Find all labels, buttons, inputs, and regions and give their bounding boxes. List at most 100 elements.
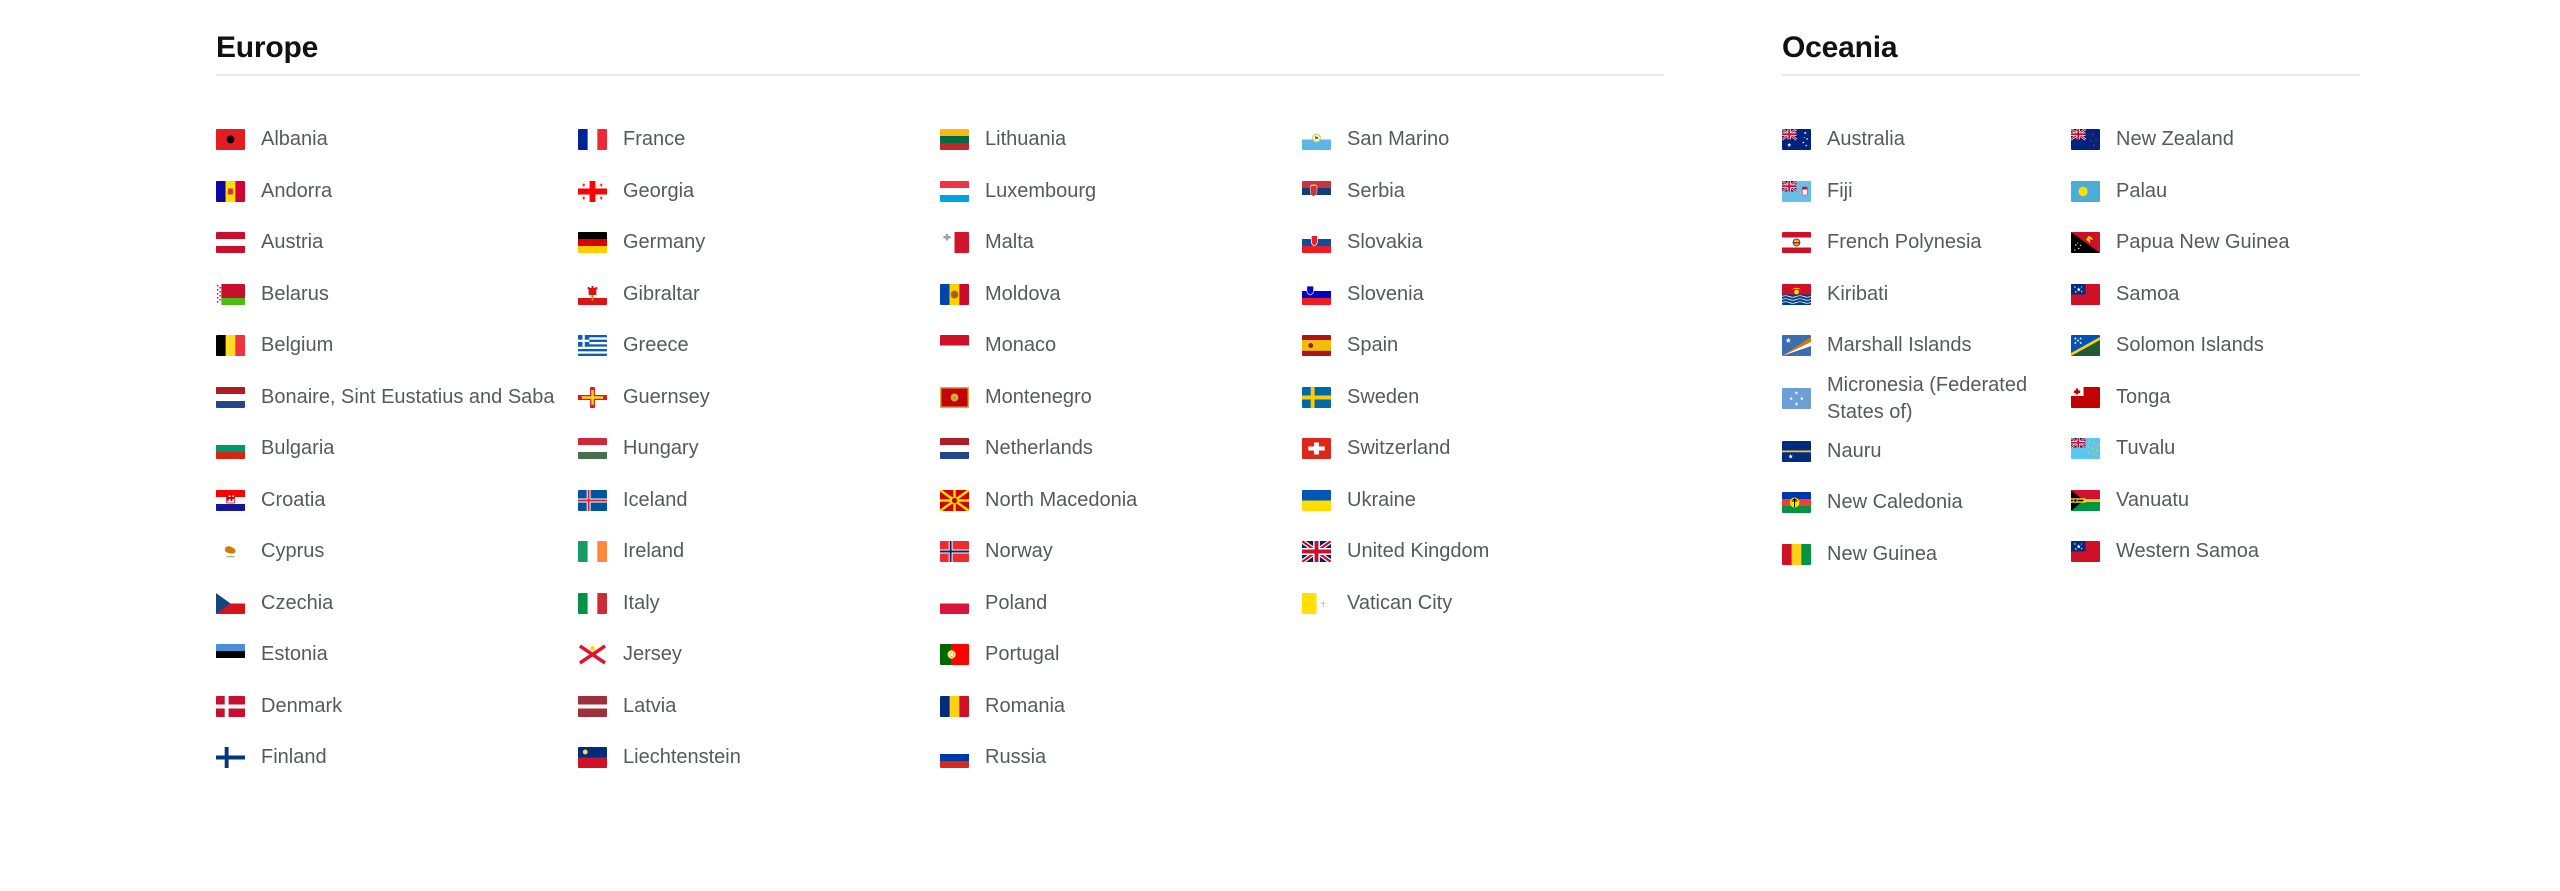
country-list-item[interactable]: Nauru xyxy=(1782,426,2071,478)
country-list-item[interactable]: New Guinea xyxy=(1782,529,2071,581)
country-list-item[interactable]: Kiribati xyxy=(1782,269,2071,321)
flag-icon-no xyxy=(940,541,969,563)
country-list-item[interactable]: ▼ Albania xyxy=(216,114,578,166)
country-name: Jersey xyxy=(623,643,682,666)
country-list-item[interactable]: Australia xyxy=(1782,114,2071,166)
country-list-item[interactable]: Austria xyxy=(216,217,578,269)
country-list-item[interactable]: ♕ Moldova xyxy=(940,269,1302,321)
country-list-item[interactable]: Czechia xyxy=(216,578,578,630)
country-list-item[interactable]: Solomon Islands xyxy=(2071,320,2360,372)
country-directory-page: Europe ▼ Albania Andorra Austria Belarus Belgi… xyxy=(0,0,2560,891)
country-list-item[interactable]: Palau xyxy=(2071,166,2360,218)
country-list-item[interactable]: Hungary xyxy=(578,423,940,475)
country-name: Romania xyxy=(985,694,1066,717)
country-name: North Macedonia xyxy=(985,488,1138,511)
country-list-item[interactable]: Jersey xyxy=(578,629,940,681)
country-list-item[interactable]: Ukraine xyxy=(1302,475,1664,527)
flag-icon-pw xyxy=(2071,180,2100,202)
flag-icon-gr xyxy=(578,335,607,357)
country-list-item[interactable]: Estonia xyxy=(216,629,578,681)
svg-text:♕: ♕ xyxy=(952,292,958,299)
flag-icon-hr xyxy=(216,489,245,511)
country-list-item[interactable]: ⚑ San Marino xyxy=(1302,114,1664,166)
country-list-item[interactable]: Portugal xyxy=(940,629,1302,681)
flag-icon-ie xyxy=(578,541,607,563)
flag-icon-cy xyxy=(216,541,245,563)
country-list-item[interactable]: Sweden xyxy=(1302,372,1664,424)
country-list-item[interactable]: New Zealand xyxy=(2071,114,2360,166)
country-list-item[interactable]: Slovenia xyxy=(1302,269,1664,321)
country-list-item[interactable]: Western Samoa xyxy=(2071,526,2360,578)
country-list-item[interactable]: Slovakia xyxy=(1302,217,1664,269)
country-list-item[interactable]: United Kingdom xyxy=(1302,526,1664,578)
country-list-item[interactable]: Malta xyxy=(940,217,1302,269)
country-list-item[interactable]: Marshall Islands xyxy=(1782,320,2071,372)
country-list-item[interactable]: Germany xyxy=(578,217,940,269)
country-list-item[interactable]: Iceland xyxy=(578,475,940,527)
country-list-item[interactable]: Romania xyxy=(940,681,1302,733)
country-list-item[interactable]: Luxembourg xyxy=(940,166,1302,218)
country-list-item[interactable]: Denmark xyxy=(216,681,578,733)
country-list-item[interactable]: North Macedonia xyxy=(940,475,1302,527)
flag-icon-ad xyxy=(216,180,245,202)
flag-icon-nc xyxy=(1782,492,1811,514)
country-list-item[interactable]: Gibraltar xyxy=(578,269,940,321)
country-list-item[interactable]: Switzerland xyxy=(1302,423,1664,475)
country-list-item[interactable]: Latvia xyxy=(578,681,940,733)
country-list-item[interactable]: Belgium xyxy=(216,320,578,372)
flag-icon-nz xyxy=(2071,129,2100,151)
country-list-item[interactable]: Ireland xyxy=(578,526,940,578)
country-list-item[interactable]: Poland xyxy=(940,578,1302,630)
flag-icon-ro xyxy=(940,695,969,717)
flag-icon-md: ♕ xyxy=(940,283,969,305)
country-list-item[interactable]: French Polynesia xyxy=(1782,217,2071,269)
country-name: Lithuania xyxy=(985,128,1067,151)
flag-icon-pt xyxy=(940,644,969,666)
country-list-item[interactable]: ♁ Montenegro xyxy=(940,372,1302,424)
country-list-item[interactable]: Fiji xyxy=(1782,166,2071,218)
country-name: Vatican City xyxy=(1347,591,1453,614)
country-list-item[interactable]: Georgia xyxy=(578,166,940,218)
country-name: New Zealand xyxy=(2116,128,2234,151)
country-name: Denmark xyxy=(261,694,343,717)
country-list-item[interactable]: Croatia xyxy=(216,475,578,527)
country-list-item[interactable]: Tuvalu xyxy=(2071,423,2360,475)
country-name: Moldova xyxy=(985,282,1061,305)
country-list-item[interactable]: Andorra xyxy=(216,166,578,218)
country-list-item[interactable]: Guernsey xyxy=(578,372,940,424)
country-list-item[interactable]: Norway xyxy=(940,526,1302,578)
country-list-item[interactable]: Bonaire, Sint Eustatius and Saba xyxy=(216,372,578,424)
country-list-item[interactable]: Tonga xyxy=(2071,372,2360,424)
country-name: Solomon Islands xyxy=(2116,334,2264,357)
country-list-item[interactable]: Belarus xyxy=(216,269,578,321)
country-list-item[interactable]: Russia xyxy=(940,732,1302,784)
country-list-item[interactable]: Italy xyxy=(578,578,940,630)
flag-icon-it xyxy=(578,592,607,614)
country-name: Albania xyxy=(261,128,328,151)
country-list-item[interactable]: Greece xyxy=(578,320,940,372)
country-name: Latvia xyxy=(623,694,677,717)
country-list-item[interactable]: Serbia xyxy=(1302,166,1664,218)
country-name: Czechia xyxy=(261,591,334,614)
country-list-item[interactable]: Netherlands xyxy=(940,423,1302,475)
country-list-item[interactable]: France xyxy=(578,114,940,166)
country-name: Netherlands xyxy=(985,437,1093,460)
country-list-item[interactable]: Cyprus xyxy=(216,526,578,578)
country-list-item[interactable]: Finland xyxy=(216,732,578,784)
country-list-item[interactable]: ☥ Vatican City xyxy=(1302,578,1664,630)
flag-icon-ch xyxy=(1302,438,1331,460)
country-list-item[interactable]: Liechtenstein xyxy=(578,732,940,784)
country-list-item[interactable]: New Caledonia xyxy=(1782,477,2071,529)
country-list-item[interactable]: Lithuania xyxy=(940,114,1302,166)
country-list-item[interactable]: Papua New Guinea xyxy=(2071,217,2360,269)
country-name: Belgium xyxy=(261,334,334,357)
country-name: France xyxy=(623,128,686,151)
region-rule-oceania xyxy=(1782,74,2360,76)
country-list-item[interactable]: Spain xyxy=(1302,320,1664,372)
country-list-item[interactable]: Samoa xyxy=(2071,269,2360,321)
country-list-item[interactable]: Monaco xyxy=(940,320,1302,372)
country-list-item[interactable]: Vanuatu xyxy=(2071,475,2360,527)
flag-icon-pg xyxy=(2071,232,2100,254)
country-list-item[interactable]: Bulgaria xyxy=(216,423,578,475)
country-list-item[interactable]: Micronesia (Federated States of) xyxy=(1782,372,2071,426)
